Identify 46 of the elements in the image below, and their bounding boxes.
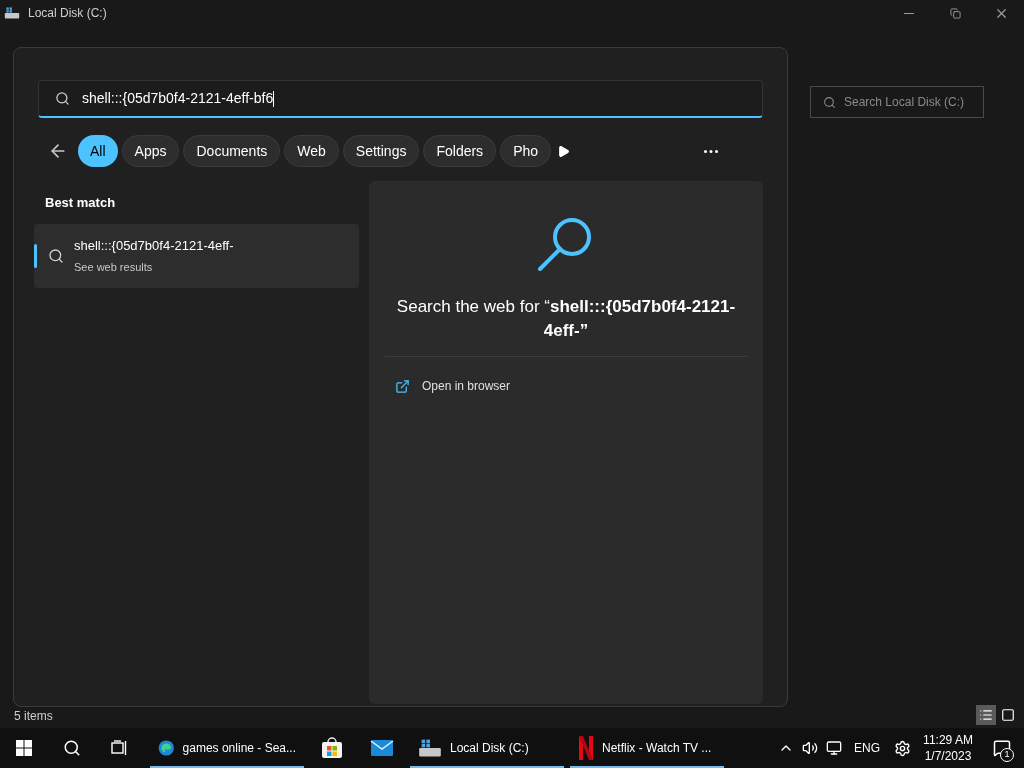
notification-badge: 1	[1000, 748, 1014, 762]
list-icon	[979, 708, 993, 722]
filter-tab[interactable]: Apps	[121, 135, 180, 167]
filter-tab[interactable]: Settings	[342, 135, 420, 167]
result-title: shell:::{05d7b0f4-2121-4eff-	[74, 236, 234, 255]
window-title: Local Disk (C:)	[28, 5, 107, 22]
monitor-icon	[826, 740, 842, 756]
netflix-logo-icon	[578, 736, 594, 760]
result-subtitle: See web results	[74, 260, 154, 275]
result-item[interactable]: shell:::{05d7b0f4-2121-4eff- See web results	[34, 223, 359, 288]
minimize-icon	[904, 12, 914, 14]
settings-icon	[893, 739, 911, 757]
language-button[interactable]: ENG	[846, 728, 888, 768]
section-heading: Best match	[45, 194, 117, 212]
taskbar-app[interactable]: Netflix - Watch TV ...	[570, 728, 724, 768]
status-text: 5 items	[14, 708, 53, 725]
search-icon	[823, 95, 836, 109]
filter-tab[interactable]: Web	[284, 135, 339, 167]
search-input[interactable]: shell:::{05d7b0f4-2121-4eff-bf6	[38, 80, 763, 118]
taskbar-app[interactable]: Local Disk (C:)	[410, 728, 564, 768]
search-icon	[63, 739, 81, 757]
drive-icon	[418, 738, 442, 758]
message-icon	[993, 739, 1011, 757]
filter-tab[interactable]: Pho	[500, 135, 552, 167]
filter-tab[interactable]: Folders	[423, 135, 497, 167]
shopping-bag-icon	[320, 736, 344, 760]
details-view-button[interactable]	[976, 705, 996, 725]
clock[interactable]: 11:29 AM 1/7/2023	[916, 728, 980, 768]
search-icon	[48, 247, 64, 264]
task-view-icon	[111, 740, 129, 756]
search-icon	[55, 91, 70, 106]
filter-tab[interactable]: Documents	[183, 135, 281, 167]
more-icon	[704, 149, 719, 153]
external-link-icon	[395, 378, 410, 394]
notifications-button[interactable]: 1	[980, 728, 1024, 768]
search-field[interactable]: Search Local Disk (C:)	[810, 86, 984, 118]
drive-icon	[4, 5, 20, 21]
filter-tab[interactable]: All	[78, 135, 118, 167]
restore-icon	[949, 7, 961, 19]
square-icon	[1001, 708, 1015, 722]
taskbar-app[interactable]: games online - Sea...	[150, 728, 304, 768]
play-icon	[556, 144, 570, 158]
open-in-browser-link[interactable]: Open in browser	[395, 377, 511, 395]
web-search-text: Search the web for “shell:::{05d7b0f4-2121-4eff-”	[395, 296, 737, 342]
speaker-icon	[802, 740, 818, 756]
windows-logo-icon	[16, 740, 32, 756]
